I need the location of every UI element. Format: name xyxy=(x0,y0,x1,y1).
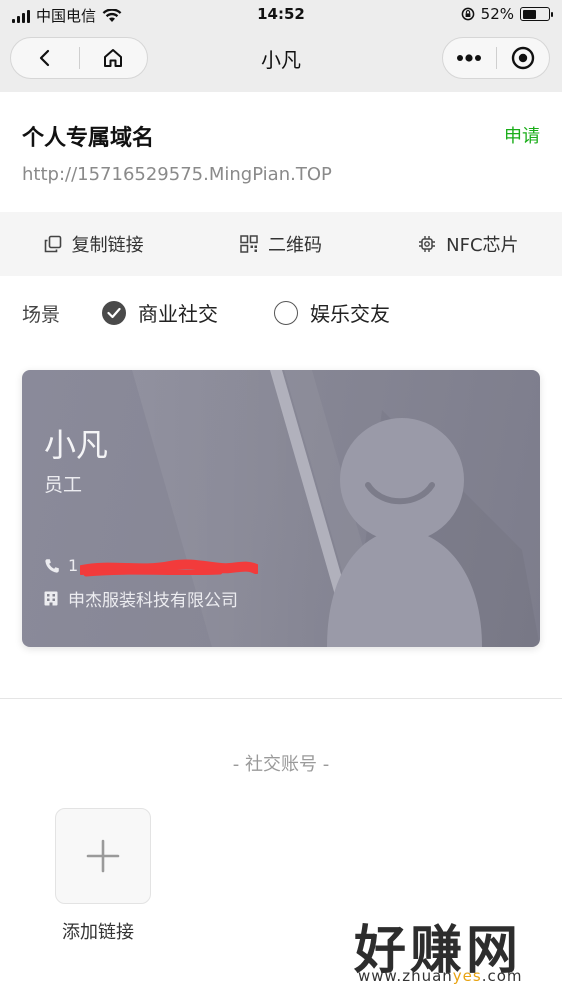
watermark-url: www.zhuanyes.com xyxy=(358,967,523,985)
page: 中国电信 14:52 52% 小凡 个人专属域名 申请 http://15716… xyxy=(0,0,562,1000)
more-button[interactable] xyxy=(443,38,496,78)
phone-icon xyxy=(45,558,59,573)
battery-icon xyxy=(520,7,553,21)
nfc-chip-button[interactable]: NFC芯片 xyxy=(375,231,562,257)
more-dots-icon xyxy=(457,54,482,62)
radio-checked-icon xyxy=(102,300,126,325)
rotation-lock-icon xyxy=(461,7,475,21)
scene-option-business[interactable]: 商业社交 xyxy=(102,298,218,327)
watermark-url-prefix: www.zhuan xyxy=(358,967,453,985)
scene-option-label: 商业社交 xyxy=(138,302,218,326)
copy-link-button[interactable]: 复制链接 xyxy=(0,231,187,257)
status-bar: 中国电信 14:52 52% xyxy=(0,0,562,30)
apply-button[interactable]: 申请 xyxy=(504,122,540,148)
add-link-label: 添加链接 xyxy=(62,922,134,943)
social-section-title: - 社交账号 - xyxy=(232,754,330,775)
scene-option-entertainment[interactable]: 娱乐交友 xyxy=(274,298,390,327)
nav-bar: 小凡 xyxy=(0,30,562,92)
scene-row: 场景 商业社交 娱乐交友 xyxy=(0,276,562,350)
card-company: 申杰服装科技有限公司 xyxy=(44,586,238,611)
scene-option-label: 娱乐交友 xyxy=(310,302,390,326)
domain-url: http://15716529575.MingPian.TOP xyxy=(22,164,332,185)
watermark-url-accent: yes xyxy=(452,967,482,985)
status-right: 52% xyxy=(461,5,553,23)
battery-level xyxy=(522,9,536,19)
radio-unchecked-icon xyxy=(274,300,298,325)
card-company-name: 申杰服装科技有限公司 xyxy=(68,591,238,611)
chip-icon xyxy=(419,236,436,252)
qrcode-icon xyxy=(240,235,258,253)
card-name: 小凡 xyxy=(44,426,109,464)
target-close-icon xyxy=(511,46,534,70)
scene-label: 场景 xyxy=(22,304,61,326)
card-phone: 1 xyxy=(44,556,258,577)
action-bar: 复制链接 二维码 NFC芯片 xyxy=(0,212,562,276)
nfc-chip-label: NFC芯片 xyxy=(446,235,519,256)
close-miniapp-button[interactable] xyxy=(497,38,550,78)
qrcode-button[interactable]: 二维码 xyxy=(187,231,374,257)
copy-link-label: 复制链接 xyxy=(71,235,144,256)
battery-percent: 52% xyxy=(480,5,514,23)
redaction-scribble xyxy=(80,559,258,577)
domain-title: 个人专属域名 xyxy=(22,126,155,151)
domain-section: 个人专属域名 申请 http://15716529575.MingPian.TO… xyxy=(0,92,562,212)
checkmark-icon xyxy=(107,307,121,318)
card-phone-number: 1 xyxy=(68,556,79,575)
nav-capsule-right xyxy=(442,37,550,79)
business-card[interactable]: 小凡 员工 1 申杰服装科技有限公司 xyxy=(22,370,540,647)
add-link-button[interactable] xyxy=(55,808,151,904)
building-icon xyxy=(44,591,58,606)
plus-icon xyxy=(86,839,120,873)
qrcode-label: 二维码 xyxy=(267,235,322,256)
copy-icon xyxy=(44,235,61,253)
watermark-url-suffix: .com xyxy=(481,967,523,985)
section-divider xyxy=(0,698,562,699)
card-role: 员工 xyxy=(44,474,83,496)
